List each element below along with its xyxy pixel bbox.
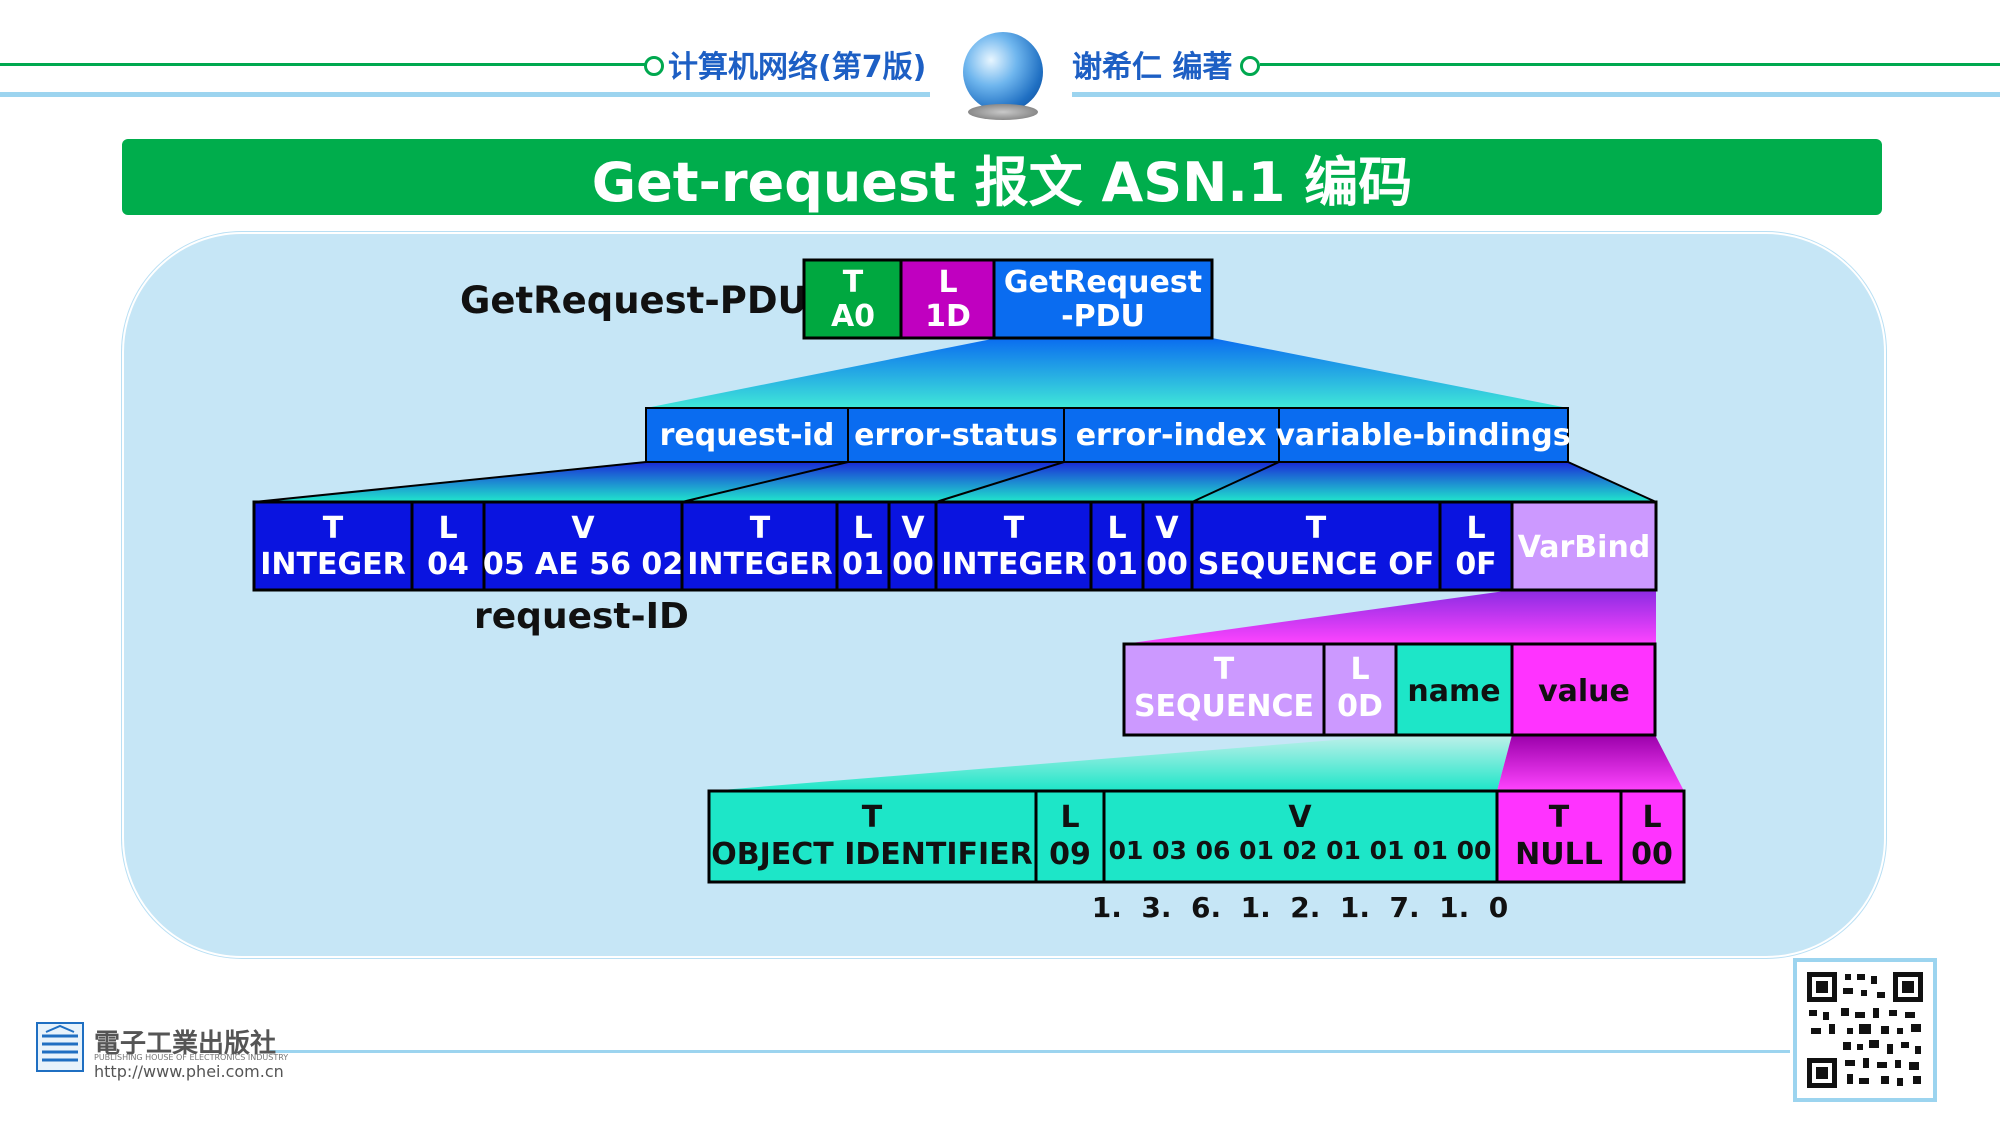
row3-c1-l1: L: [438, 511, 457, 546]
varbind-c0-l2: SEQUENCE: [1134, 689, 1314, 724]
row3-c5-l1: V: [901, 511, 925, 546]
pdu-t-line1: T: [843, 265, 864, 300]
connector-varbind-to-sequence: [1124, 590, 1656, 644]
row5-c3-l2: NULL: [1515, 837, 1603, 872]
row3-c2-l1: V: [571, 511, 595, 546]
pdu-name-line1: GetRequest: [1004, 265, 1202, 300]
row3-c8-l2: 00: [1146, 547, 1188, 582]
row3-c5-l2: 00: [892, 547, 934, 582]
row3-c10-l2: 0F: [1455, 547, 1496, 582]
row3-c3-l2: INTEGER: [687, 547, 832, 582]
varbind-c1-l2: 0D: [1337, 689, 1383, 724]
connector-pdu-to-fields: [646, 338, 1568, 408]
row3-c0-l2: INTEGER: [260, 547, 405, 582]
publisher-name-en: PUBLISHING HOUSE OF ELECTRONICS INDUSTRY: [94, 1053, 289, 1062]
row5-c4-l1: L: [1642, 800, 1661, 835]
row5-c1-l1: L: [1060, 800, 1079, 835]
row3-c6-l1: T: [1004, 511, 1025, 546]
pdu-l-line1: L: [938, 265, 957, 300]
oid-decoded-label: 1. 3. 6. 1. 2. 1. 7. 1. 0: [1092, 891, 1508, 924]
row5-c3-l1: T: [1549, 800, 1570, 835]
row5-c4-l2: 00: [1631, 837, 1673, 872]
pdu-name-line2: -PDU: [1061, 299, 1145, 334]
row3-c4-l1: L: [853, 511, 872, 546]
varbind-c1-l1: L: [1350, 652, 1369, 687]
row5-c2-l2: 01 03 06 01 02 01 01 01 00: [1109, 836, 1492, 865]
publisher-logo-icon: [36, 1022, 84, 1072]
row5-c1-l2: 09: [1049, 837, 1091, 872]
row3-c7-l1: L: [1107, 511, 1126, 546]
row3-c4-l2: 01: [842, 547, 884, 582]
row3-c9-l1: T: [1306, 511, 1327, 546]
connector-name-to-oid: [709, 735, 1512, 791]
row3-c3-l1: T: [750, 511, 771, 546]
varbind-c0-l1: T: [1214, 652, 1235, 687]
row5-c2-l1: V: [1288, 800, 1312, 835]
connector-value-to-null: [1497, 735, 1684, 791]
row5-c0-l1: T: [862, 800, 883, 835]
footer-rule: [270, 1050, 1790, 1053]
pdu-l-line2: 1D: [925, 299, 971, 334]
row3-c2-l2: 05 AE 56 02: [483, 547, 683, 582]
row3-c1-l2: 04: [427, 547, 469, 582]
pdu-t-line2: A0: [831, 299, 875, 334]
pdu-label: GetRequest-PDU: [460, 279, 808, 322]
row3-c6-l2: INTEGER: [941, 547, 1086, 582]
varbind-c2-l1: name: [1407, 674, 1500, 709]
qr-code-icon: [1793, 958, 1937, 1102]
row3-c8-l1: V: [1155, 511, 1179, 546]
row3-c9-l2: SEQUENCE OF: [1198, 547, 1435, 582]
asn1-diagram: GetRequest-PDU T A0 L 1D GetRequest -PDU…: [252, 258, 1686, 924]
field-error-index-label: error-index: [1076, 418, 1267, 453]
field-variable-bindings-label: variable-bindings: [1275, 418, 1570, 453]
request-id-label: request-ID: [474, 596, 689, 637]
row3-c10-l1: L: [1466, 511, 1485, 546]
row3-c7-l2: 01: [1096, 547, 1138, 582]
row3-c0-l1: T: [323, 511, 344, 546]
field-request-id-label: request-id: [660, 418, 835, 453]
publisher-url: http://www.phei.com.cn: [94, 1062, 284, 1081]
varbind-c3-l1: value: [1538, 674, 1630, 709]
row3-c11-l1: VarBind: [1518, 530, 1651, 565]
field-error-status-label: error-status: [854, 418, 1058, 453]
row5-c0-l2: OBJECT IDENTIFIER: [711, 837, 1033, 872]
